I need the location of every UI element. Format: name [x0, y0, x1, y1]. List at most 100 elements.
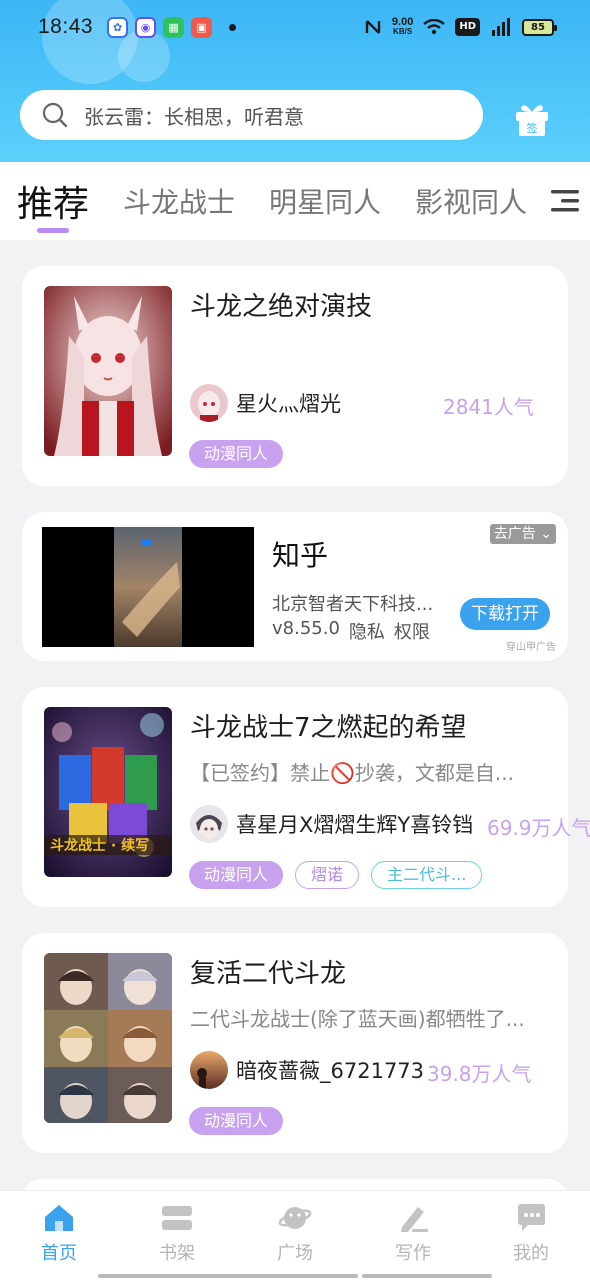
ad-source-label: 穿山甲广告 [506, 642, 556, 653]
ad-video-frame [42, 527, 254, 647]
book-card[interactable]: 斗龙战士 · 续写 斗龙战士7之燃起的希望 【已签约】禁止🚫抄袭，文都是自...… [22, 687, 590, 907]
nav-mine[interactable]: 我的 [472, 1191, 590, 1280]
ad-title[interactable]: 知乎 [272, 534, 328, 574]
remove-ad-button[interactable]: 去广告 ⌄ [489, 524, 556, 544]
ad-card[interactable]: 知乎 北京智者天下科技... v8.55.0 隐私 权限 去广告 ⌄ 下载打开 … [22, 512, 568, 661]
system-icons: 9.00 KB/S HD 85 [364, 17, 557, 37]
author-name: 喜星月X熠熠生辉Y喜铃铛 [236, 813, 474, 837]
ad-permission-link[interactable]: 权限 [394, 618, 430, 644]
notification-icons: ✿ ◉ ▦ ▣ [107, 16, 237, 38]
tag[interactable]: 主二代斗... [371, 861, 483, 889]
speed-value: 9.00 [391, 16, 414, 28]
gesture-bar [362, 1274, 492, 1278]
tag-list: 动漫同人 [189, 440, 284, 468]
book-cover-image [44, 953, 172, 1123]
sign-label: 签 [527, 121, 538, 135]
wifi-icon [423, 19, 446, 35]
tag-list: 动漫同人 [189, 1107, 284, 1135]
status-bar: 18:43 ✿ ◉ ▦ ▣ 9.00 KB/S HD 85 [0, 0, 590, 54]
nav-mine-label: 我的 [513, 1243, 549, 1264]
gift-icon: 签 [516, 105, 548, 136]
bottom-navigation: 首页 书架 广场 写作 我的 [0, 1190, 590, 1280]
tag[interactable]: 动漫同人 [189, 861, 284, 889]
author-avatar[interactable] [190, 1051, 228, 1089]
nav-square[interactable]: 广场 [236, 1191, 354, 1280]
nav-bookshelf[interactable]: 书架 [118, 1191, 236, 1280]
ad-meta: v8.55.0 隐私 权限 [272, 618, 430, 644]
active-tab-indicator [37, 228, 69, 233]
ad-privacy-link[interactable]: 隐私 [349, 618, 385, 644]
tab-film[interactable]: 影视同人 [415, 181, 527, 221]
daily-sign-button[interactable]: 签 [512, 99, 552, 139]
book-description: 二代斗龙战士(除了蓝天画)都牺牲了... [190, 1007, 525, 1031]
baidu-icon: ✿ [107, 16, 129, 38]
ad-description: 北京智者天下科技... [272, 594, 434, 615]
signal-icon [492, 18, 510, 36]
ad-video[interactable] [42, 527, 254, 647]
avatar-image [190, 1051, 228, 1089]
tab-recommend[interactable]: 推荐 [17, 175, 89, 227]
search-icon [42, 102, 68, 128]
search-placeholder: 张云雷：长相思，听君意 [84, 104, 304, 129]
pen-icon [401, 1207, 428, 1232]
book-title[interactable]: 斗龙战士7之燃起的希望 [190, 707, 467, 744]
tag[interactable]: 熠诺 [295, 861, 360, 889]
nav-square-label: 广场 [277, 1243, 313, 1264]
battery-icon: 85 [522, 18, 557, 36]
network-speed: 9.00 KB/S [392, 17, 413, 37]
nfc-icon [365, 20, 381, 34]
author-avatar[interactable] [190, 805, 228, 843]
book-cover[interactable]: 斗龙战士 · 续写 [44, 707, 172, 877]
chat-bubble-icon [518, 1204, 545, 1231]
header: 18:43 ✿ ◉ ▦ ▣ 9.00 KB/S HD 85 张云雷：长相思，听君… [0, 0, 590, 162]
book-cover[interactable] [44, 286, 172, 456]
author-avatar[interactable] [190, 384, 228, 422]
menu-icon [551, 190, 579, 212]
svg-text:斗龙战士 · 续写: 斗龙战士 · 续写 [50, 837, 149, 854]
wechat-icon: ▦ [163, 16, 185, 38]
nav-write-label: 写作 [395, 1243, 431, 1264]
browser-icon: ◉ [135, 16, 157, 38]
popularity-count: 69.9万人气 [487, 816, 590, 840]
search-bar[interactable]: 张云雷：长相思，听君意 [20, 90, 483, 140]
author-row[interactable]: 喜星月X熠熠生辉Y喜铃铛 [190, 805, 473, 843]
app-icon: ▣ [191, 16, 213, 38]
book-card[interactable]: 斗龙之绝对演技 星火灬熠光 2841人气 动漫同人 [22, 266, 568, 486]
ad-version: v8.55.0 [272, 618, 340, 639]
author-name: 星火灬熠光 [236, 392, 341, 416]
author-row[interactable]: 暗夜蔷薇_6721773 [190, 1051, 424, 1089]
book-title[interactable]: 复活二代斗龙 [190, 953, 346, 990]
book-title[interactable]: 斗龙之绝对演技 [190, 286, 372, 323]
avatar-image [190, 384, 228, 422]
book-cover-image: 斗龙战士 · 续写 [44, 707, 172, 877]
battery-level: 85 [531, 21, 545, 33]
book-description: 【已签约】禁止🚫抄袭，文都是自... [190, 761, 514, 785]
ad-download-button[interactable]: 下载打开 [460, 598, 550, 630]
avatar-image [190, 805, 228, 843]
nav-home-label: 首页 [41, 1243, 77, 1264]
author-row[interactable]: 星火灬熠光 [190, 384, 341, 422]
planet-icon [278, 1207, 312, 1229]
book-cover-image [44, 286, 172, 456]
tag[interactable]: 动漫同人 [189, 440, 284, 468]
bookshelf-icon [162, 1206, 192, 1230]
tag-list: 动漫同人 熠诺 主二代斗... [189, 861, 483, 889]
home-icon [45, 1205, 73, 1231]
nav-write[interactable]: 写作 [354, 1191, 472, 1280]
tab-doulong[interactable]: 斗龙战士 [123, 181, 235, 221]
category-menu-button[interactable] [540, 162, 590, 240]
speed-unit: KB/S [393, 27, 413, 36]
nav-home[interactable]: 首页 [0, 1191, 118, 1280]
book-cover[interactable] [44, 953, 172, 1123]
feed-list: 斗龙之绝对演技 星火灬熠光 2841人气 动漫同人 知乎 北京智者天下科技...… [0, 240, 590, 1190]
next-card[interactable] [22, 1179, 568, 1190]
chevron-down-icon: ⌄ [540, 526, 552, 542]
book-card[interactable]: 复活二代斗龙 二代斗龙战士(除了蓝天画)都牺牲了... 暗夜蔷薇_6721773 [22, 933, 568, 1153]
category-tabs: 推荐 斗龙战士 明星同人 影视同人 [0, 162, 590, 240]
nav-bookshelf-label: 书架 [159, 1243, 195, 1264]
status-time: 18:43 [38, 15, 94, 38]
tab-celebrity[interactable]: 明星同人 [269, 181, 381, 221]
tag[interactable]: 动漫同人 [189, 1107, 284, 1135]
remove-ad-label: 去广告 [493, 526, 536, 542]
popularity-count: 39.8万人气 [427, 1062, 532, 1086]
